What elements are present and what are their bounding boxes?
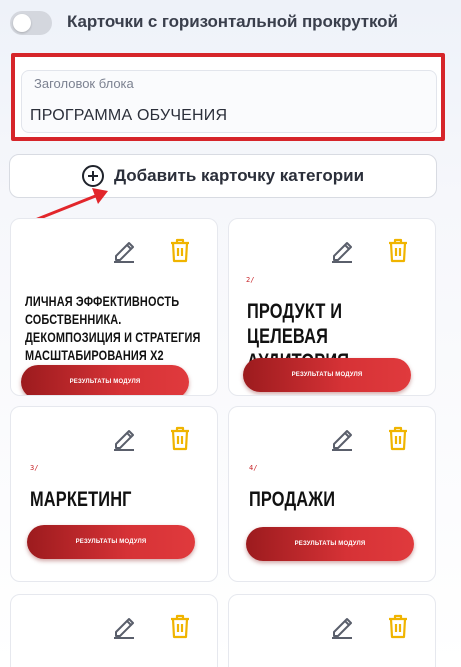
category-card[interactable]: Личная эффективность собственника. Деком…: [10, 218, 218, 396]
block-title-value[interactable]: ПРОГРАММА ОБУЧЕНИЯ: [30, 107, 227, 125]
card-number: 3/: [30, 464, 39, 472]
trash-icon[interactable]: [168, 613, 192, 639]
horizontal-scroll-toggle-row: Карточки с горизонтальной прокруткой: [10, 10, 398, 36]
pencil-icon[interactable]: [330, 237, 354, 263]
toggle-label: Карточки с горизонтальной прокруткой: [67, 12, 398, 31]
category-card[interactable]: 2/ Продукт и целевая аудитория Результат…: [228, 218, 436, 396]
add-category-card-label: Добавить карточку категории: [113, 166, 365, 185]
pencil-icon[interactable]: [330, 425, 354, 451]
module-results-label: Результаты модуля: [291, 372, 363, 378]
module-results-label: Результаты модуля: [75, 539, 147, 545]
plus-circle-icon: [81, 165, 104, 187]
category-card[interactable]: [10, 594, 218, 667]
block-title-highlight: Заголовок блока ПРОГРАММА ОБУЧЕНИЯ: [11, 53, 445, 141]
category-card[interactable]: [228, 594, 436, 667]
trash-icon[interactable]: [386, 613, 410, 639]
pencil-icon[interactable]: [112, 613, 136, 639]
module-results-button[interactable]: Результаты модуля: [27, 525, 195, 559]
category-card-title: Личная эффективность собственника. Деком…: [25, 293, 201, 363]
category-card-title: Продажи: [249, 488, 336, 511]
category-card[interactable]: 4/ Продажи Результаты модуля: [228, 406, 436, 582]
module-results-button[interactable]: Результаты модуля: [246, 527, 414, 561]
module-results-label: Результаты модуля: [69, 379, 141, 385]
module-results-label: Результаты модуля: [294, 541, 366, 547]
block-title-label: Заголовок блока: [34, 76, 134, 91]
block-title-field[interactable]: Заголовок блока ПРОГРАММА ОБУЧЕНИЯ: [21, 70, 437, 133]
card-number: 4/: [249, 464, 258, 472]
trash-icon[interactable]: [386, 425, 410, 451]
pencil-icon[interactable]: [330, 613, 354, 639]
trash-icon[interactable]: [386, 237, 410, 263]
module-results-button[interactable]: Результаты модуля: [243, 358, 411, 392]
category-card[interactable]: 3/ Маркетинг Результаты модуля: [10, 406, 218, 582]
trash-icon[interactable]: [168, 425, 192, 451]
horizontal-scroll-toggle[interactable]: [10, 11, 52, 35]
pencil-icon[interactable]: [112, 425, 136, 451]
card-number: 2/: [246, 276, 255, 284]
category-card-title: Маркетинг: [30, 488, 132, 511]
module-results-button[interactable]: Результаты модуля: [21, 365, 189, 395]
trash-icon[interactable]: [168, 237, 192, 263]
toggle-knob: [13, 14, 31, 32]
pencil-icon[interactable]: [112, 237, 136, 263]
